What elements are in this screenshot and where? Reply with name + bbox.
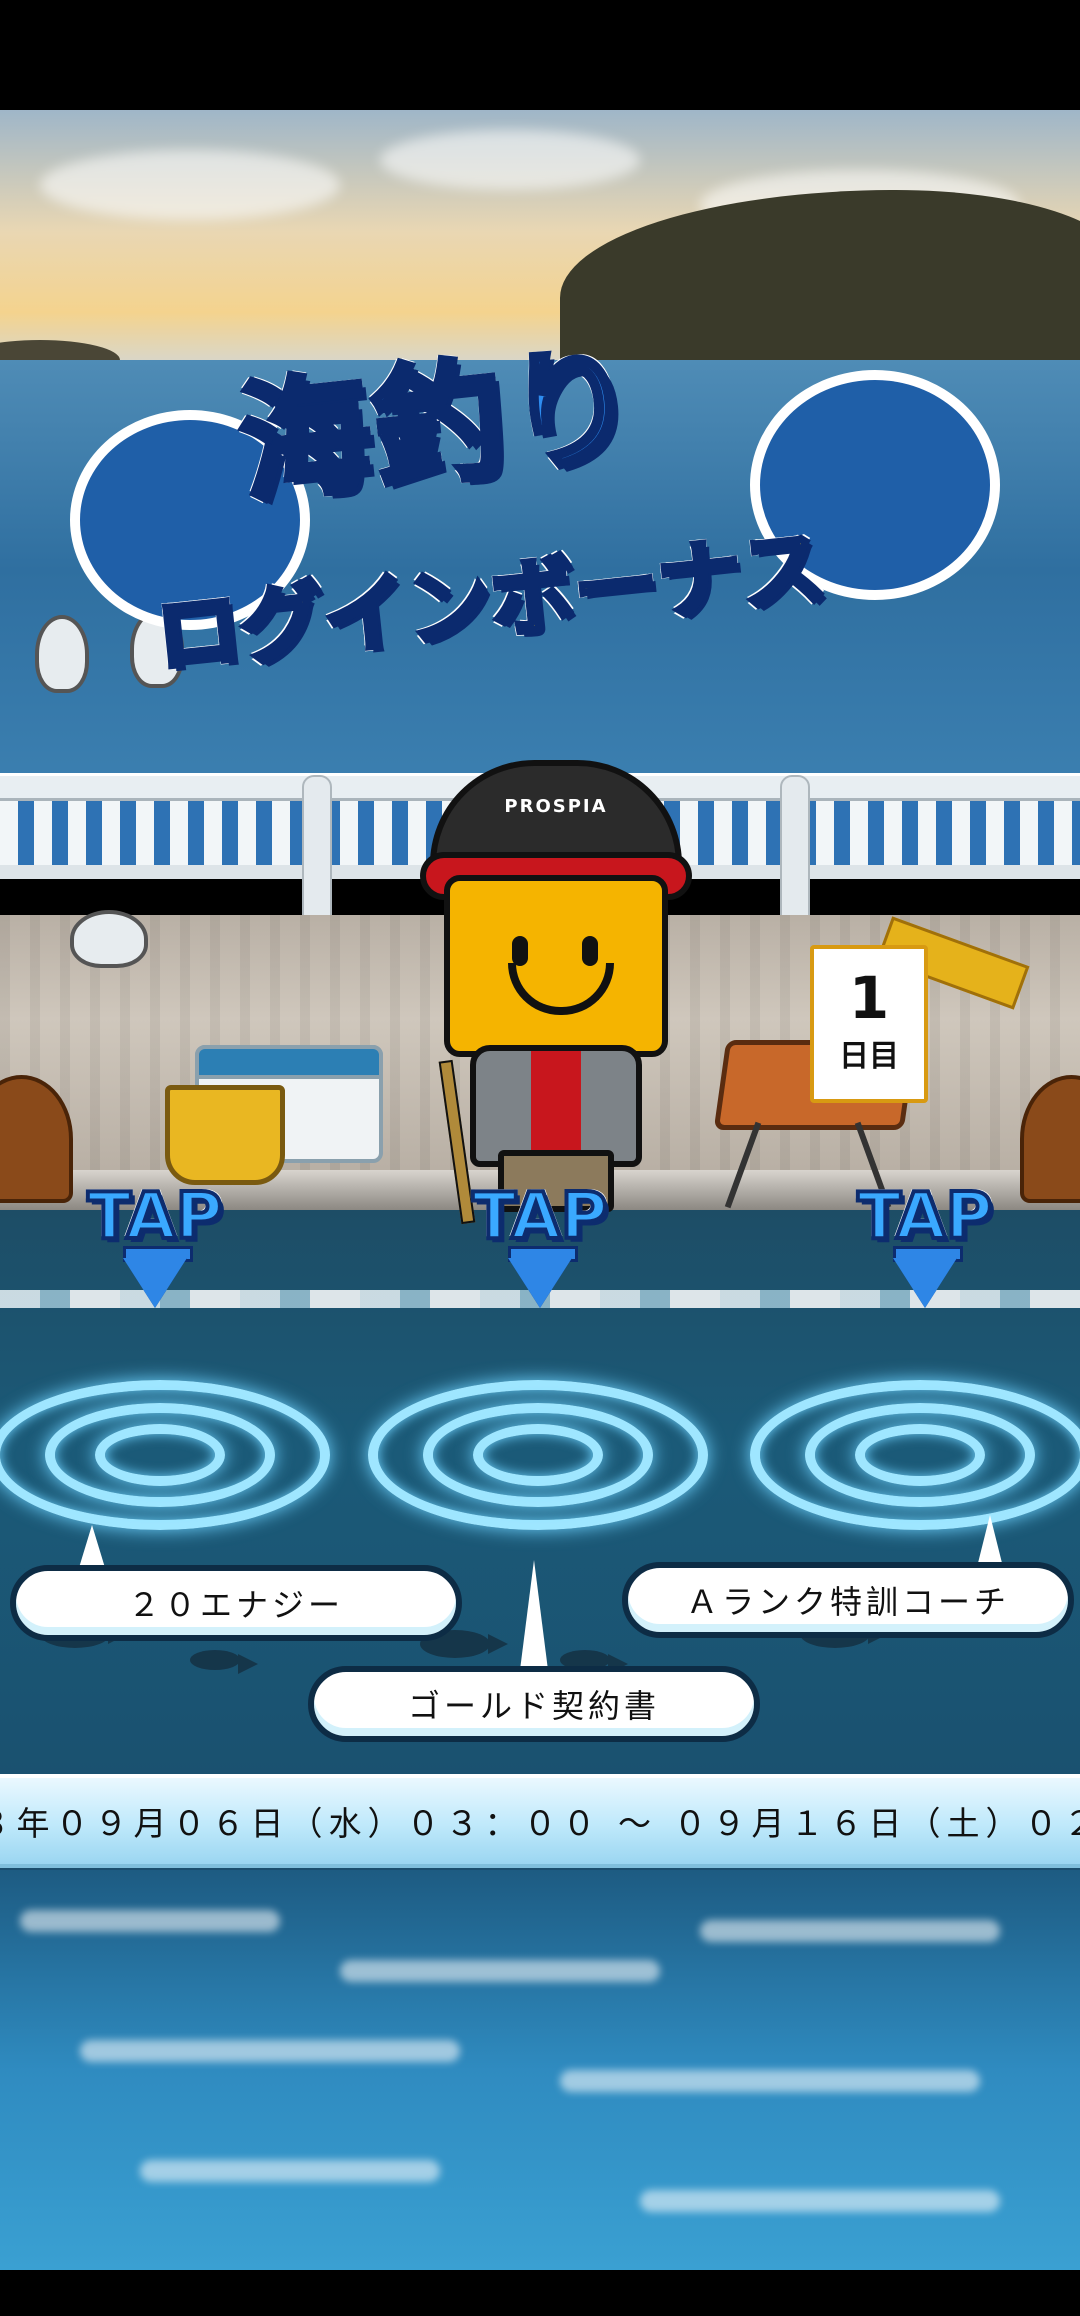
reward-bubble-right[interactable]: Ａランク特訓コーチ <box>622 1562 1074 1638</box>
event-period-text: ２０２３年０９月０６日（水）０３：００ ～ ０９月１６日（土）０２：５９ <box>0 1804 1080 1843</box>
navigation-bar <box>0 2270 1080 2316</box>
tap-label: TAP <box>85 1178 224 1256</box>
seagull <box>70 910 148 968</box>
tap-indicator-right[interactable]: TAP <box>840 1178 1010 1330</box>
event-period-band: ２０２３年０９月０６日（水）０３：００ ～ ０９月１６日（土）０２：５９ <box>0 1774 1080 1868</box>
lower-sky-background <box>0 1870 1080 2270</box>
reward-bubble-center[interactable]: ゴールド契約書 <box>308 1666 760 1742</box>
day-number: 1 <box>848 964 890 1032</box>
fishing-spot-center[interactable] <box>368 1380 708 1530</box>
title-main: 海釣り <box>230 325 652 524</box>
player-character: PROSPIA <box>420 760 692 1225</box>
tap-indicator-left[interactable]: TAP <box>70 1178 240 1330</box>
bucket <box>165 1085 285 1185</box>
cap-logo-text: PROSPIA <box>504 796 608 817</box>
login-bonus-scene: 1 日目 海釣り ログインボーナス PROSPIA TAP TAP TAP ２０… <box>0 110 1080 2270</box>
tap-indicator-center[interactable]: TAP <box>455 1178 625 1330</box>
reward-bubble-left[interactable]: ２０エナジー <box>10 1565 462 1641</box>
fish-shadow <box>190 1650 258 1674</box>
fishing-spot-left[interactable] <box>0 1380 330 1530</box>
tap-label: TAP <box>470 1178 609 1256</box>
status-bar <box>0 0 1080 110</box>
reward-label: ２０エナジー <box>127 1586 344 1624</box>
reward-label: ゴールド契約書 <box>407 1687 660 1725</box>
fishing-spot-right[interactable] <box>750 1380 1080 1530</box>
title-logo: 海釣り ログインボーナス <box>60 300 1000 770</box>
character-face <box>444 875 668 1057</box>
day-unit: 日目 <box>839 1039 899 1074</box>
tap-label: TAP <box>855 1178 994 1256</box>
day-counter-banner: 1 日目 <box>810 945 928 1103</box>
character-body <box>470 1045 642 1167</box>
reward-label: Ａランク特訓コーチ <box>685 1583 1010 1621</box>
down-arrow-icon <box>123 1258 187 1308</box>
down-arrow-icon <box>893 1258 957 1308</box>
down-arrow-icon <box>508 1258 572 1308</box>
